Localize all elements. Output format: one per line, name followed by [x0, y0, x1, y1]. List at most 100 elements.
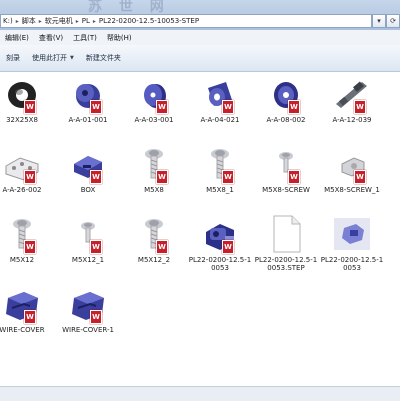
file-name: M5X8- — [386, 186, 400, 194]
solidworks-badge-icon: W — [156, 240, 168, 254]
solidworks-badge-icon: W — [156, 100, 168, 114]
solidworks-badge-icon: W — [222, 100, 234, 114]
file-item[interactable]: W A-A-03-001 — [122, 74, 186, 138]
blue-wheel-icon — [266, 74, 306, 114]
file-item[interactable]: PL22-0200-12.5-10053.STEP — [254, 214, 318, 278]
refresh-icon[interactable]: ⟳ — [386, 14, 400, 28]
file-list: W 32X25X8 W A-A-01-001 W A-A-03-001 W A-A-04-02… — [0, 72, 400, 334]
small-screw-icon — [68, 214, 108, 254]
blue-disc-icon — [134, 74, 174, 114]
file-item[interactable]: W M5X12_2 — [122, 214, 186, 278]
file-item[interactable]: W A-A-12-039 — [320, 74, 384, 138]
address-bar[interactable]: K:) ▸ 脚本 ▸ 软元电机 ▸ PL ▸ PL22-0200-12.5-10… — [0, 14, 372, 28]
solidworks-badge-icon: W — [90, 170, 102, 184]
file-name: A-A-04-021 — [200, 116, 240, 124]
screw-icon — [200, 144, 240, 184]
solidworks-badge-icon: W — [24, 100, 36, 114]
solidworks-badge-icon: W — [288, 170, 300, 184]
file-item[interactable]: W M5X8_1 — [188, 144, 252, 208]
blue-box-icon — [68, 144, 108, 184]
open-with-button[interactable]: 使用此打开 ▼ — [26, 53, 80, 63]
file-name: A-A-03-001 — [134, 116, 174, 124]
open-with-label: 使用此打开 — [32, 54, 67, 62]
blue-drum-icon — [200, 74, 240, 114]
file-name: PL22-0200-12.5-10053 — [320, 256, 384, 272]
menu-edit[interactable]: 编辑(E) — [0, 33, 34, 43]
solidworks-badge-icon: W — [222, 170, 234, 184]
file-item[interactable]: W A-A-08-002 — [254, 74, 318, 138]
menu-help[interactable]: 帮助(H) — [102, 33, 137, 43]
file-name: A-A-1 — [386, 116, 400, 124]
chevron-down-icon: ▼ — [70, 55, 74, 61]
solidworks-badge-icon: W — [288, 100, 300, 114]
file-item[interactable]: W M5X8-SCREW — [254, 144, 318, 208]
file-name: A-A-01-001 — [68, 116, 108, 124]
file-item[interactable]: W A-A-04-021 — [188, 74, 252, 138]
file-name: 32X25X8 — [6, 116, 38, 124]
file-name: PL22-0200-12.5-10053.STEP — [254, 256, 318, 272]
file-item[interactable]: WM5X8- — [386, 144, 400, 208]
file-name: M5X8_1 — [206, 186, 234, 194]
file-item[interactable]: W BOX — [56, 144, 120, 208]
menu-tools[interactable]: 工具(T) — [68, 33, 102, 43]
file-item[interactable]: W PL22-0200-12.5-10053 — [188, 214, 252, 278]
file-item[interactable]: W A-A-26-002 — [0, 144, 54, 208]
file-item[interactable]: W WIRE-COVER — [0, 284, 54, 334]
new-folder-button[interactable]: 新建文件夹 — [80, 53, 127, 63]
solidworks-badge-icon: W — [156, 170, 168, 184]
breadcrumb-current-folder[interactable]: PL22-0200-12.5-10053-STEP — [97, 17, 201, 25]
new-folder-label: 新建文件夹 — [85, 54, 121, 62]
file-item[interactable]: W 32X25X8 — [0, 74, 54, 138]
file-item[interactable]: W M5X8-SCREW_1 — [320, 144, 384, 208]
file-name: A-A-12-039 — [332, 116, 372, 124]
small-screw-icon — [266, 144, 306, 184]
screw-icon — [2, 214, 42, 254]
file-name: WIRE-COVER-1 — [62, 326, 114, 334]
file-name: SCREW — [386, 256, 400, 264]
breadcrumb-scripts[interactable]: 脚本 — [20, 16, 38, 26]
file-item[interactable]: PL22-0200-12.5-10053 — [320, 214, 384, 278]
file-name: WIRE-COVER — [0, 326, 45, 334]
file-name: PL22-0200-12.5-10053 — [188, 256, 252, 272]
blue-cylinder-icon — [68, 74, 108, 114]
file-item[interactable]: WA-A-1 — [386, 74, 400, 138]
solidworks-badge-icon: W — [24, 310, 36, 324]
command-toolbar: 刻录 使用此打开 ▼ 新建文件夹 — [0, 45, 400, 72]
file-name: M5X12_1 — [71, 256, 105, 264]
solidworks-badge-icon: W — [24, 240, 36, 254]
file-item[interactable]: W A-A-01-001 — [56, 74, 120, 138]
breadcrumb-drive[interactable]: K:) — [1, 17, 15, 25]
screw-icon — [134, 214, 174, 254]
menu-bar: 编辑(E) 查看(V) 工具(T) 帮助(H) — [0, 30, 400, 46]
file-item[interactable]: W WIRE-COVER-1 — [56, 284, 120, 334]
file-name: M5X8 — [144, 186, 164, 194]
file-name: M5X8-SCREW_1 — [324, 186, 380, 194]
blank-document-icon — [266, 214, 306, 254]
solidworks-badge-icon: W — [24, 170, 36, 184]
black-ring-icon — [2, 74, 42, 114]
file-name: A-A-08-002 — [266, 116, 306, 124]
file-item[interactable]: W M5X12_1 — [56, 214, 120, 278]
burn-button[interactable]: 刻录 — [0, 53, 26, 63]
address-bar-area: 苏 世 网 K:) ▸ 脚本 ▸ 软元电机 ▸ PL ▸ PL22-0200-1… — [0, 0, 400, 30]
breadcrumb-motor[interactable]: 软元电机 — [43, 16, 75, 26]
status-bar — [0, 386, 400, 401]
screw-icon — [134, 144, 174, 184]
breadcrumb-pl[interactable]: PL — [80, 17, 92, 25]
grey-block-icon — [332, 144, 372, 184]
blue-cover-icon — [2, 284, 42, 324]
address-dropdown-icon[interactable]: ▾ — [372, 14, 386, 28]
file-item[interactable]: W M5X8 — [122, 144, 186, 208]
solidworks-badge-icon: W — [354, 100, 366, 114]
menu-view[interactable]: 查看(V) — [34, 33, 68, 43]
file-name: BOX — [80, 186, 96, 194]
solidworks-badge-icon: W — [90, 100, 102, 114]
solidworks-badge-icon: W — [90, 240, 102, 254]
file-name: M5X12_2 — [137, 256, 171, 264]
file-item[interactable]: WSCREW — [386, 214, 400, 278]
white-bracket-icon — [2, 144, 42, 184]
file-item[interactable]: W M5X12 — [0, 214, 54, 278]
grey-shaft-icon — [332, 74, 372, 114]
solidworks-badge-icon: W — [222, 240, 234, 254]
solidworks-badge-icon: W — [354, 170, 366, 184]
